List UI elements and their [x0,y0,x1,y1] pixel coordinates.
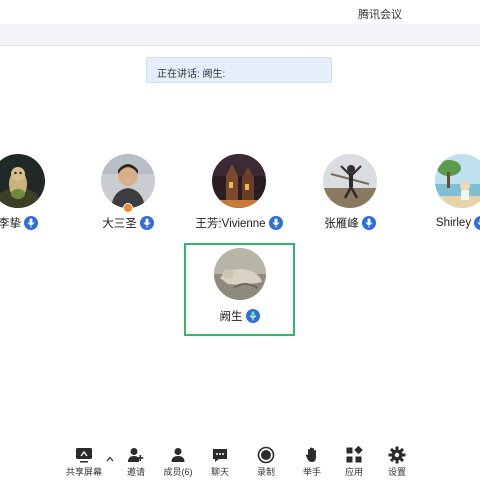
mic-speaking-icon[interactable] [245,309,260,323]
speaking-text: 正在讲话: 阙生: [157,69,226,80]
share-screen-button[interactable]: 共享屏幕 [64,446,104,478]
participant-name-row: 李挚 [0,214,63,232]
participant-name: 大三圣 [102,218,137,230]
apps-icon [345,445,363,464]
share-screen-label: 共享屏幕 [65,467,102,477]
person-photo-avatar [101,154,155,208]
mic-icon[interactable] [361,216,376,230]
participant-tile[interactable]: 王芳🕯Vivienne [194,154,284,244]
participant-tile[interactable]: 张雁峰 [305,154,395,244]
meeting-toolbar: 共享屏幕 邀请 成员(6) 聊天 录制 举手 应用 设置 [0,440,480,480]
settings-button[interactable]: 设置 [377,446,417,478]
invite-icon [127,446,145,464]
chat-icon [211,446,229,464]
participant-name: 张雁峰 [324,218,359,230]
window-title: 腾讯会议 [358,9,402,21]
mic-icon[interactable] [24,216,38,230]
top-toolbar-strip [0,24,480,46]
raise-hand-icon [303,446,321,464]
participant-name: 李挚 [0,218,21,230]
jumping-person-avatar [323,154,377,208]
members-icon [169,446,187,464]
share-screen-options-chevron-icon[interactable] [104,452,116,464]
participant-name-row: 王芳🕯Vivienne [194,214,284,232]
settings-label: 设置 [387,467,406,477]
active-speaker-tile[interactable]: 阙生 [184,243,295,336]
record-icon [257,446,275,464]
title-bar: 腾讯会议 [0,0,480,24]
participant-tile[interactable]: 李挚 [0,154,63,244]
orange-status-badge [123,203,133,213]
share-screen-icon [75,446,93,464]
participant-tile[interactable]: Shirley [417,154,480,244]
participant-name-row: 大三圣 [83,214,173,232]
beach-scene-avatar [435,154,480,208]
settings-icon [388,446,406,464]
mic-icon[interactable] [139,216,154,230]
participant-tile[interactable]: 大三圣 [83,154,173,244]
record-button[interactable]: 录制 [246,446,286,478]
participant-name-row: 阙生 [186,307,293,325]
participant-name: 王芳🕯Vivienne [195,218,266,230]
participant-name-row: 张雁峰 [305,214,395,232]
active-speaker-name: 阙生 [219,311,243,323]
participant-name-row: Shirley [417,214,480,232]
mic-icon[interactable] [474,216,480,230]
speaking-indicator: 正在讲话: 阙生: [146,57,332,83]
church-night-avatar [212,154,266,208]
ghibli-character-avatar [0,154,45,208]
participant-name: Shirley [435,217,472,229]
mic-icon[interactable] [268,216,283,230]
chat-button[interactable]: 聊天 [200,446,240,478]
hand-photo-avatar [214,248,266,300]
